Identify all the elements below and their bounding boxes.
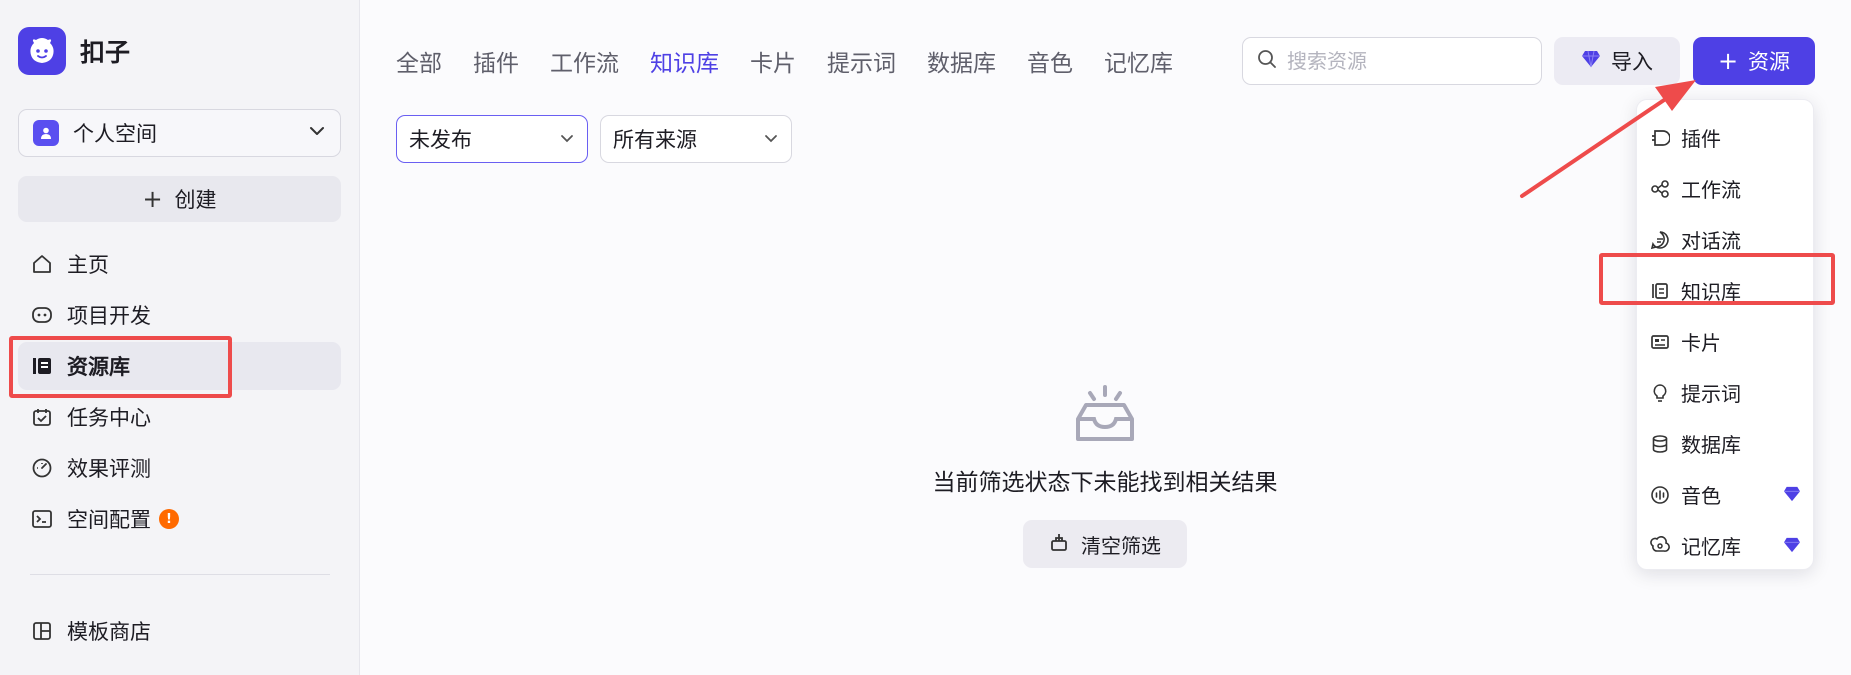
tab-memory[interactable]: 记忆库 [1104, 44, 1173, 78]
menu-item-prompt[interactable]: 提示词 [1637, 367, 1813, 418]
diamond-icon [1581, 49, 1601, 73]
task-icon [30, 405, 54, 429]
menu-item-label: 数据库 [1681, 433, 1741, 457]
resource-type-menu: 插件 工作流 对话流 知识库 卡片 提示词 数据库 音色 记忆库 [1636, 99, 1814, 570]
alert-badge: ! [159, 509, 179, 529]
sidebar-nav-secondary: 模板商店 [18, 607, 341, 658]
import-button[interactable]: 导入 [1554, 37, 1680, 85]
voice-icon [1649, 484, 1671, 506]
space-selector[interactable]: 个人空间 [18, 109, 341, 157]
menu-item-label: 卡片 [1681, 331, 1721, 355]
sidebar-item-label: 主页 [67, 253, 109, 277]
chevron-down-icon [559, 127, 575, 151]
bulb-icon [1649, 382, 1671, 404]
tab-voices[interactable]: 音色 [1027, 44, 1073, 78]
clear-filter-label: 清空筛选 [1081, 533, 1161, 558]
chevron-down-icon [763, 127, 779, 151]
status-filter-value: 未发布 [409, 128, 472, 152]
gauge-icon [30, 456, 54, 480]
robot-icon [30, 303, 54, 327]
menu-item-label: 工作流 [1681, 178, 1741, 202]
sidebar-item-space-config[interactable]: 空间配置 ! [18, 495, 341, 543]
menu-item-label: 知识库 [1681, 280, 1741, 304]
menu-item-label: 音色 [1681, 484, 1721, 508]
sidebar-nav: 主页 项目开发 资源库 任务中心 效果评测 空间配置 ! [18, 240, 341, 546]
plus-icon: + [1717, 47, 1739, 75]
resource-tabs: 全部 插件 工作流 知识库 卡片 提示词 数据库 音色 记忆库 [396, 44, 1204, 78]
menu-item-label: 提示词 [1681, 382, 1741, 406]
sidebar-item-tasks[interactable]: 任务中心 [18, 393, 341, 441]
sidebar-item-label: 资源库 [67, 355, 130, 379]
menu-item-chatflow[interactable]: 对话流 [1637, 214, 1813, 265]
home-icon [30, 252, 54, 276]
menu-item-voice[interactable]: 音色 [1637, 469, 1813, 520]
empty-box-icon [900, 385, 1310, 449]
template-icon [30, 619, 54, 643]
tab-all[interactable]: 全部 [396, 44, 442, 78]
clear-filter-button[interactable]: 清空筛选 [1023, 520, 1187, 568]
search-icon [1257, 49, 1277, 73]
workflow-icon [1649, 178, 1671, 200]
sidebar-item-label: 效果评测 [67, 457, 151, 481]
empty-state: 当前筛选状态下未能找到相关结果 清空筛选 [900, 385, 1310, 568]
card-icon [1649, 331, 1671, 353]
chat-flow-icon [1649, 229, 1671, 251]
create-label: 创建 [174, 188, 217, 212]
search-box[interactable] [1242, 37, 1542, 85]
search-input[interactable] [1287, 49, 1507, 73]
diamond-icon [1783, 483, 1801, 507]
status-filter[interactable]: 未发布 [396, 115, 588, 163]
tab-cards[interactable]: 卡片 [750, 44, 796, 78]
sidebar-divider [30, 574, 330, 575]
menu-item-label: 插件 [1681, 127, 1721, 151]
sidebar-item-label: 任务中心 [67, 406, 151, 430]
sidebar-item-home[interactable]: 主页 [18, 240, 341, 288]
chevron-down-icon [308, 122, 326, 144]
sidebar-item-template-store[interactable]: 模板商店 [18, 607, 341, 655]
sidebar-item-label: 空间配置 [67, 508, 151, 532]
menu-item-plugin[interactable]: 插件 [1637, 112, 1813, 163]
resource-label: 资源 [1748, 50, 1791, 74]
sidebar-item-label: 模板商店 [67, 620, 151, 644]
brand[interactable]: 扣子 [18, 27, 130, 75]
broom-icon [1049, 532, 1069, 557]
user-icon [33, 120, 59, 146]
source-filter-value: 所有来源 [613, 128, 697, 152]
source-filter[interactable]: 所有来源 [600, 115, 792, 163]
tab-workflows[interactable]: 工作流 [550, 44, 619, 78]
menu-item-label: 对话流 [1681, 229, 1741, 253]
plugin-icon [1649, 127, 1671, 149]
menu-item-memory[interactable]: 记忆库 [1637, 520, 1813, 571]
sidebar-item-label: 项目开发 [67, 304, 151, 328]
sidebar: 扣子 个人空间 + 创建 主页 项目开发 资源库 任务中心 效果评测 空间配置 … [0, 0, 360, 675]
menu-item-database[interactable]: 数据库 [1637, 418, 1813, 469]
diamond-icon [1783, 534, 1801, 558]
create-button[interactable]: + 创建 [18, 176, 341, 222]
plus-icon: + [142, 185, 163, 213]
brand-logo-icon [18, 27, 66, 75]
library-icon [30, 354, 54, 378]
menu-item-label: 记忆库 [1681, 535, 1741, 559]
import-label: 导入 [1611, 50, 1653, 74]
brand-name: 扣子 [80, 38, 131, 67]
database-icon [1649, 433, 1671, 455]
space-label: 个人空间 [73, 122, 157, 146]
menu-item-workflow[interactable]: 工作流 [1637, 163, 1813, 214]
sidebar-item-projects[interactable]: 项目开发 [18, 291, 341, 339]
menu-item-knowledge[interactable]: 知识库 [1637, 265, 1813, 316]
empty-message: 当前筛选状态下未能找到相关结果 [932, 470, 1278, 496]
tab-knowledge[interactable]: 知识库 [650, 44, 719, 78]
tab-plugins[interactable]: 插件 [473, 44, 519, 78]
terminal-icon [30, 507, 54, 531]
add-resource-button[interactable]: + 资源 [1693, 37, 1815, 85]
memory-icon [1649, 535, 1671, 557]
knowledge-icon [1649, 280, 1671, 302]
sidebar-item-evaluation[interactable]: 效果评测 [18, 444, 341, 492]
menu-item-card[interactable]: 卡片 [1637, 316, 1813, 367]
tab-prompts[interactable]: 提示词 [827, 44, 896, 78]
tab-databases[interactable]: 数据库 [927, 44, 996, 78]
sidebar-item-library[interactable]: 资源库 [18, 342, 341, 390]
